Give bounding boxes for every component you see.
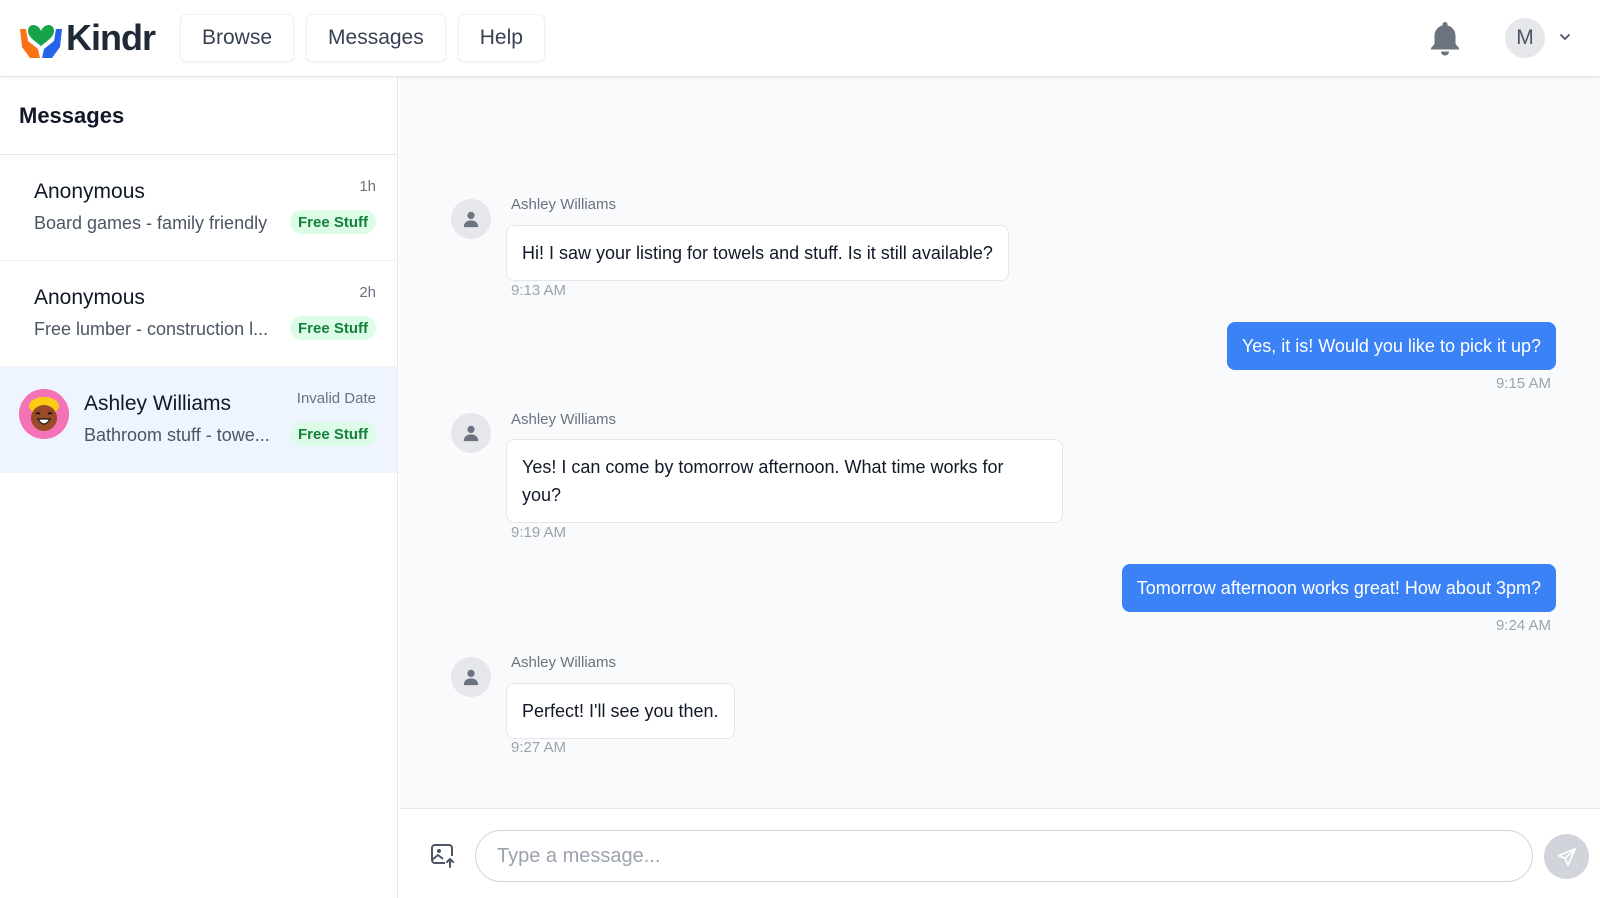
outgoing-message: Tomorrow afternoon works great! How abou… bbox=[1121, 564, 1556, 612]
conversation-name: Ashley Williams bbox=[84, 392, 232, 415]
conversation-name: Anonymous bbox=[34, 286, 145, 309]
incoming-message: Perfect! I'll see you then. bbox=[506, 683, 735, 739]
conversation-subject: Board games - family friendly bbox=[34, 213, 268, 233]
nav-help[interactable]: Help bbox=[457, 14, 545, 62]
cartoon-face-icon bbox=[19, 389, 69, 439]
logo-hands-heart-icon bbox=[20, 25, 62, 58]
conversation-item-active[interactable]: Ashley Williams Invalid Date Bathroom st… bbox=[0, 367, 397, 473]
user-icon bbox=[463, 425, 479, 442]
sender-avatar bbox=[451, 657, 491, 697]
nav-messages[interactable]: Messages bbox=[306, 14, 446, 62]
message-composer bbox=[399, 808, 1600, 898]
top-navigation-bar: Kindr Browse Messages Help M bbox=[0, 0, 1600, 77]
logo[interactable]: Kindr bbox=[18, 17, 156, 59]
category-badge: Free Stuff bbox=[289, 316, 376, 340]
contact-avatar bbox=[19, 389, 69, 439]
message-time: 9:19 AM bbox=[511, 524, 567, 541]
conversation-time: 1h bbox=[359, 178, 376, 195]
outgoing-message: Yes, it is! Would you like to pick it up… bbox=[1226, 322, 1556, 370]
chevron-down-icon[interactable] bbox=[1558, 30, 1572, 44]
sender-avatar bbox=[451, 413, 491, 453]
conversation-item[interactable]: Anonymous 1h Board games - family friend… bbox=[0, 155, 397, 261]
conversation-time: Invalid Date bbox=[296, 390, 376, 407]
incoming-message: Hi! I saw your listing for towels and st… bbox=[506, 225, 1009, 281]
user-avatar[interactable]: M bbox=[1505, 18, 1545, 58]
send-icon bbox=[1557, 847, 1576, 866]
message-time: 9:13 AM bbox=[511, 282, 567, 299]
main-nav: Browse Messages Help bbox=[180, 14, 545, 62]
conversation-subject: Free lumber - construction l... bbox=[34, 319, 269, 339]
nav-browse[interactable]: Browse bbox=[180, 14, 295, 62]
conversation-item[interactable]: Anonymous 2h Free lumber - construction … bbox=[0, 261, 397, 367]
incoming-message: Yes! I can come by tomorrow afternoon. W… bbox=[506, 439, 1063, 523]
message-time: 9:27 AM bbox=[511, 739, 567, 756]
send-button[interactable] bbox=[1544, 834, 1589, 879]
category-badge: Free Stuff bbox=[289, 210, 376, 234]
message-input[interactable] bbox=[475, 830, 1533, 882]
sidebar-title: Messages bbox=[0, 77, 397, 155]
message-time: 9:15 AM bbox=[1495, 375, 1551, 392]
category-badge: Free Stuff bbox=[289, 422, 376, 446]
chat-thread: Ashley Williams Hi! I saw your listing f… bbox=[399, 77, 1600, 808]
conversation-sidebar: Messages Anonymous 1h Board games - fami… bbox=[0, 77, 398, 898]
sender-name: Ashley Williams bbox=[511, 411, 617, 428]
conversation-time: 2h bbox=[359, 284, 376, 301]
sender-name: Ashley Williams bbox=[511, 654, 617, 671]
user-icon bbox=[463, 669, 479, 686]
user-icon bbox=[463, 211, 479, 228]
sender-avatar bbox=[451, 199, 491, 239]
message-time: 9:24 AM bbox=[1495, 617, 1551, 634]
image-upload-icon[interactable] bbox=[430, 842, 456, 868]
sender-name: Ashley Williams bbox=[511, 196, 617, 213]
bell-icon[interactable] bbox=[1428, 20, 1462, 56]
logo-text: Kindr bbox=[66, 17, 156, 58]
conversation-name: Anonymous bbox=[34, 180, 145, 203]
conversation-subject: Bathroom stuff - towe... bbox=[84, 425, 270, 445]
